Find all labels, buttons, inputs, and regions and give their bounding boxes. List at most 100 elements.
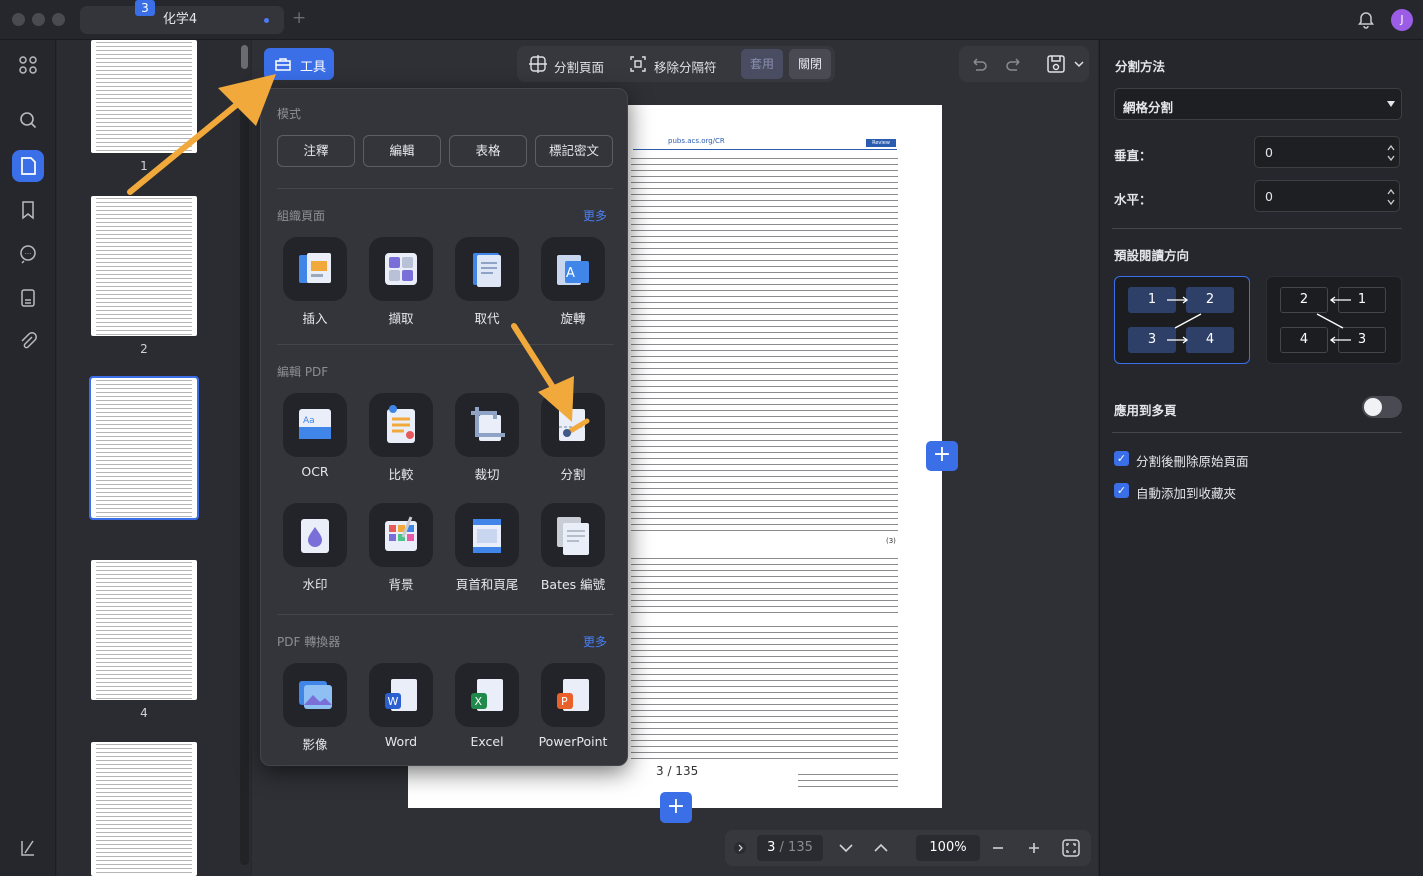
converter-section-title: PDF 轉換器 xyxy=(277,635,341,649)
replace-tool[interactable] xyxy=(455,237,519,301)
compare-tool[interactable] xyxy=(369,393,433,457)
horizontal-input[interactable]: 0 xyxy=(1254,180,1400,212)
rotate-tool[interactable]: A xyxy=(541,237,605,301)
watermark-tool[interactable] xyxy=(283,503,347,567)
minimize-window-button[interactable] xyxy=(32,13,45,26)
insert-tool[interactable] xyxy=(283,237,347,301)
divider xyxy=(277,188,613,189)
thumbnail-scroll-track[interactable] xyxy=(240,80,249,865)
redo-icon[interactable] xyxy=(1004,55,1024,73)
split-page-button[interactable]: 分割頁面 xyxy=(554,57,604,76)
insert-label: 插入 xyxy=(302,311,328,326)
svg-text:A: A xyxy=(566,266,575,281)
split-tool[interactable] xyxy=(541,393,605,457)
organize-more-link[interactable]: 更多 xyxy=(583,207,607,224)
to-powerpoint-tool[interactable]: P xyxy=(541,663,605,727)
divider xyxy=(1112,228,1402,229)
apps-grid-icon[interactable] xyxy=(16,53,40,77)
tools-label: 工具 xyxy=(300,60,327,75)
zoom-in-icon[interactable] xyxy=(1027,841,1041,855)
vertical-input[interactable]: 0 xyxy=(1254,136,1400,168)
document-tab[interactable]: 化学4 xyxy=(80,6,284,34)
page-thumbnail[interactable] xyxy=(91,560,197,700)
to-image-tool[interactable] xyxy=(283,663,347,727)
crop-label: 裁切 xyxy=(474,467,500,482)
compare-icon xyxy=(387,405,415,443)
page-total: / 135 xyxy=(779,840,813,855)
header-footer-tool[interactable] xyxy=(455,503,519,567)
bates-number-tool[interactable] xyxy=(541,503,605,567)
form-icon[interactable] xyxy=(16,286,40,310)
maximize-window-button[interactable] xyxy=(52,13,65,26)
fit-page-icon[interactable] xyxy=(1061,838,1081,858)
organize-section-title: 組織頁面 xyxy=(277,209,326,223)
review-tag: Review xyxy=(866,139,896,147)
mode-form-button[interactable]: 表格 xyxy=(449,135,527,167)
remove-separator-button[interactable]: 移除分隔符 xyxy=(654,57,717,76)
zoom-level[interactable]: 100% xyxy=(916,835,980,861)
to-word-label: Word xyxy=(384,734,418,749)
page-thumbnail[interactable] xyxy=(91,742,197,876)
next-page-icon[interactable] xyxy=(838,841,854,855)
toggle-knob xyxy=(1364,398,1382,416)
direction-rtl-option[interactable]: 2 1 4 3 xyxy=(1266,276,1402,364)
previous-page-icon[interactable] xyxy=(873,841,889,855)
split-page-icon xyxy=(529,55,547,73)
avatar[interactable]: J xyxy=(1391,9,1413,31)
add-split-line-bottom-button[interactable]: + xyxy=(660,792,692,823)
page-thumbnail-selected[interactable] xyxy=(89,376,199,520)
background-tool[interactable] xyxy=(369,503,433,567)
chevron-down-icon[interactable] xyxy=(1074,60,1084,68)
tools-popup: 模式 注釋 編輯 表格 標記密文 組織頁面 更多 插入 擷取 取代 A 旋轉 編… xyxy=(260,88,628,766)
bookmark-icon[interactable] xyxy=(16,198,40,222)
chevron-right-icon[interactable] xyxy=(733,840,747,856)
remove-separator-icon xyxy=(630,56,646,72)
split-method-select[interactable]: 網格分割 xyxy=(1114,88,1402,120)
background-label: 背景 xyxy=(388,577,414,592)
delete-original-checkbox[interactable]: ✓ xyxy=(1114,451,1129,466)
zoom-out-icon[interactable] xyxy=(991,841,1005,855)
tools-button[interactable]: 工具 xyxy=(264,48,334,80)
apply-button[interactable]: 套用 xyxy=(741,49,783,79)
extract-tool[interactable] xyxy=(369,237,433,301)
to-excel-tool[interactable]: X xyxy=(455,663,519,727)
converter-more-link[interactable]: 更多 xyxy=(583,633,607,650)
undo-icon[interactable] xyxy=(969,55,989,73)
to-word-tool[interactable]: W xyxy=(369,663,433,727)
svg-text:Aa: Aa xyxy=(303,416,315,426)
reading-direction-title: 預設閱讀方向 xyxy=(1114,248,1190,263)
crop-tool[interactable] xyxy=(455,393,519,457)
dropdown-arrow-icon xyxy=(1387,101,1395,107)
sidebar-toggle-icon[interactable] xyxy=(16,836,40,860)
close-window-button[interactable] xyxy=(12,13,25,26)
horizontal-value: 0 xyxy=(1265,189,1273,204)
divider xyxy=(277,344,613,345)
mode-redact-button[interactable]: 標記密文 xyxy=(535,135,613,167)
stepper-icon[interactable] xyxy=(1387,187,1395,207)
pages-icon[interactable] xyxy=(12,150,44,182)
comment-icon[interactable]: ··· xyxy=(16,242,40,266)
ocr-tool[interactable]: Aa xyxy=(283,393,347,457)
new-tab-button[interactable]: + xyxy=(292,8,306,28)
page-thumbnail[interactable] xyxy=(91,196,197,336)
direction-ltr-option[interactable]: 1 2 3 4 xyxy=(1114,276,1250,364)
page-number-input[interactable]: 3 / 135 xyxy=(757,835,823,861)
replace-label: 取代 xyxy=(474,311,500,326)
attachment-icon[interactable] xyxy=(16,330,40,354)
bell-icon[interactable] xyxy=(1356,10,1376,30)
header-rule xyxy=(633,149,897,150)
page-thumbnail[interactable] xyxy=(91,40,197,153)
rotate-icon: A xyxy=(557,255,589,285)
stepper-icon[interactable] xyxy=(1387,143,1395,163)
close-button[interactable]: 關閉 xyxy=(789,49,831,79)
insert-icon xyxy=(299,253,331,283)
split-method-value: 網格分割 xyxy=(1123,100,1174,115)
save-icon[interactable] xyxy=(1045,53,1067,75)
bates-number-icon xyxy=(557,517,589,555)
add-to-favorites-checkbox[interactable]: ✓ xyxy=(1114,483,1129,498)
mode-annotate-button[interactable]: 注釋 xyxy=(277,135,355,167)
search-icon[interactable] xyxy=(16,108,40,132)
mode-edit-button[interactable]: 編輯 xyxy=(363,135,441,167)
thumbnail-scrollbar[interactable] xyxy=(241,45,248,69)
add-split-line-button[interactable]: + xyxy=(926,441,958,471)
